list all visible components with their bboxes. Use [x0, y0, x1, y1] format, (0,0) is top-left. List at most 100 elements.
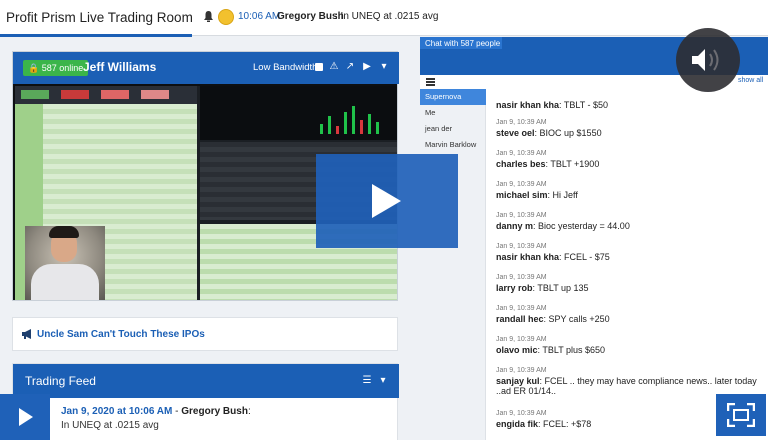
chat-message-text: : BIOC up $1550: [534, 128, 602, 138]
chat-message-text: : TBLT plus $650: [537, 345, 606, 355]
volume-icon: [692, 49, 719, 71]
lock-icon: 🔒: [28, 63, 40, 73]
video-page: Profit Prism Live Trading Room 10:06 AM …: [0, 0, 768, 440]
volume-button[interactable]: [676, 28, 740, 92]
chevron-down-icon[interactable]: ▾: [377, 375, 389, 387]
list-icon[interactable]: ☰: [361, 375, 373, 387]
chat-member[interactable]: Me: [420, 105, 486, 121]
hamburger-icon[interactable]: [426, 78, 435, 86]
chat-message-user[interactable]: nasir khan kha: [496, 100, 559, 110]
chat-message-time: [496, 91, 766, 100]
chat-message-text: : FCEL - $75: [559, 252, 610, 262]
screen-button: [101, 90, 129, 99]
chat-message-user[interactable]: charles bes: [496, 159, 546, 169]
notification-user[interactable]: Gregory Bush: [277, 11, 344, 22]
megaphone-icon: [22, 329, 31, 339]
play-button[interactable]: [316, 154, 458, 248]
feed-entry-header: Jan 9, 2020 at 10:06 AM - Gregory Bush:: [61, 406, 251, 417]
chart-candle: [328, 116, 331, 134]
chart-candle: [360, 120, 363, 134]
notification-time: 10:06 AM: [238, 11, 281, 22]
chat-message-time: Jan 9, 10:39 AM: [496, 243, 547, 250]
chat-member[interactable]: jean der: [420, 121, 486, 137]
chat-message-user[interactable]: michael sim: [496, 190, 548, 200]
chat-message-text: : SPY calls +250: [543, 314, 610, 324]
chat-message-user[interactable]: olavo mic: [496, 345, 538, 355]
chat-message-user[interactable]: randall hec: [496, 314, 544, 324]
chat-message-time: Jan 9, 10:39 AM: [496, 181, 547, 188]
chart-candle: [344, 112, 347, 134]
warning-icon[interactable]: ⚠: [328, 61, 340, 73]
chat-message-user[interactable]: steve oel: [496, 128, 535, 138]
chat-message: Jan 9, 10:39 AM larry rob: TBLT up 135: [496, 274, 766, 293]
chat-message-user[interactable]: sanjay kul: [496, 376, 540, 386]
chat-message: Jan 9, 10:39 AM randall hec: SPY calls +…: [496, 305, 766, 324]
feed-entry-separator: -: [172, 406, 182, 417]
screen-button: [61, 90, 89, 99]
feed-entry-colon: :: [247, 406, 251, 417]
chat-message-text: : TBLT +1900: [545, 159, 600, 169]
coin-icon: [218, 9, 234, 25]
chart-candle: [352, 106, 355, 134]
chat-message-user[interactable]: engida fik: [496, 419, 538, 429]
chat-message: Jan 9, 10:39 AM michael sim: Hi Jeff: [496, 181, 766, 200]
presenter-hair: [49, 226, 79, 238]
chat-message: Jan 9, 10:39 AM olavo mic: TBLT plus $65…: [496, 336, 766, 355]
screen-toolbar: [15, 86, 197, 104]
trading-feed-title: Trading Feed: [25, 374, 96, 388]
camera-icon[interactable]: ▶: [361, 61, 373, 73]
top-bar: Profit Prism Live Trading Room 10:06 AM …: [0, 0, 768, 37]
chat-message-text: : Hi Jeff: [547, 190, 578, 200]
chat-message-time: Jan 9, 10:39 AM: [496, 274, 547, 281]
promo-link[interactable]: Uncle Sam Can't Touch These IPOs: [37, 329, 205, 340]
chat-message: Jan 9, 10:39 AM charles bes: TBLT +1900: [496, 150, 766, 169]
feed-entry-user[interactable]: Gregory Bush: [181, 406, 248, 417]
chat-message-time: Jan 9, 10:39 AM: [496, 212, 547, 219]
price-chart: [200, 86, 397, 140]
chart-candle: [320, 124, 323, 134]
video-header: 🔒 587 online Jeff Williams Low Bandwidth…: [13, 52, 399, 84]
page-title: Profit Prism Live Trading Room: [6, 10, 193, 25]
presenter-body: [31, 264, 99, 300]
chat-member[interactable]: Marvin Barklow: [420, 137, 486, 153]
screen-button: [21, 90, 49, 99]
feed-entry-time: Jan 9, 2020 at 10:06 AM: [61, 406, 173, 417]
bell-icon[interactable]: [204, 11, 213, 22]
chevron-down-icon[interactable]: ▾: [378, 61, 390, 73]
fullscreen-icon: [727, 403, 755, 427]
chat-member[interactable]: Supernova: [420, 89, 486, 105]
low-bandwidth-checkbox[interactable]: [315, 63, 323, 71]
chat-message: Jan 9, 10:39 AM steve oel: BIOC up $1550: [496, 119, 766, 138]
chat-message-text: : FCEL: +$78: [538, 419, 592, 429]
chat-panel: Chat with 587 people Supernova Me jean d…: [420, 37, 768, 440]
chat-message-text: : TBLT up 135: [532, 283, 589, 293]
chat-message: nasir khan kha: TBLT - $50: [496, 91, 766, 110]
chat-member-toolbar: [420, 75, 486, 89]
tab-chat[interactable]: Chat with 587 people: [420, 37, 502, 49]
chat-message-time: Jan 9, 10:39 AM: [496, 336, 547, 343]
fullscreen-button[interactable]: [716, 394, 766, 436]
promo-card: Uncle Sam Can't Touch These IPOs: [12, 317, 398, 351]
chart-candle: [368, 114, 371, 134]
screen-button: [141, 90, 169, 99]
chat-messages: nasir khan kha: TBLT - $50 Jan 9, 10:39 …: [496, 77, 768, 440]
trading-feed-card: Trading Feed ☰ ▾ Jan 9, 2020 at 10:06 AM…: [12, 363, 399, 440]
chat-message: Jan 9, 10:39 AM sanjay kul: FCEL .. they…: [496, 367, 766, 396]
play-control-button[interactable]: [0, 394, 50, 440]
online-count-badge: 🔒 587 online: [23, 60, 89, 76]
chat-tab-label: Chat with 587 people: [425, 39, 501, 48]
chat-message-time: Jan 9, 10:39 AM: [496, 119, 547, 126]
trading-feed-header: Trading Feed ☰ ▾: [13, 364, 399, 398]
chat-message-user[interactable]: nasir khan kha: [496, 252, 559, 262]
popout-icon[interactable]: ↗: [344, 61, 356, 73]
play-icon: [372, 184, 401, 218]
chat-message-time: Jan 9, 10:39 AM: [496, 305, 547, 312]
chart-candle: [376, 122, 379, 134]
chat-message-text: : Bioc yesterday = 44.00: [533, 221, 630, 231]
chat-member-list: Supernova Me jean der Marvin Barklow: [420, 75, 486, 440]
chat-message-user[interactable]: danny m: [496, 221, 533, 231]
chat-message-user[interactable]: larry rob: [496, 283, 533, 293]
online-count-label: 587 online: [41, 63, 84, 73]
chat-message: Jan 9, 10:39 AM danny m: Bioc yesterday …: [496, 212, 766, 231]
feed-entry-text: In UNEQ at .0215 avg: [61, 420, 159, 431]
